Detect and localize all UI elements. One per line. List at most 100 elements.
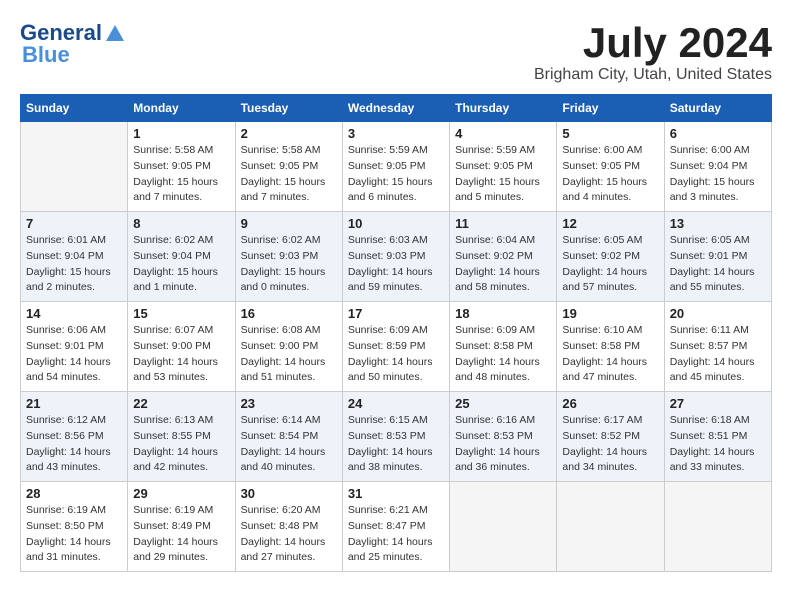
calendar-cell: 14 Sunrise: 6:06 AMSunset: 9:01 PMDayligh… [21, 302, 128, 392]
month-title: July 2024 [534, 20, 772, 66]
day-info: Sunrise: 6:14 AMSunset: 8:54 PMDaylight:… [241, 413, 337, 476]
calendar-cell: 19 Sunrise: 6:10 AMSunset: 8:58 PMDayligh… [557, 302, 664, 392]
day-info: Sunrise: 6:03 AMSunset: 9:03 PMDaylight:… [348, 233, 444, 296]
calendar-cell: 22Sunrise: 6:13 AMSunset: 8:55 PMDayligh… [128, 392, 235, 482]
day-info: Sunrise: 5:58 AMSunset: 9:05 PMDaylight:… [241, 143, 337, 206]
day-number: 8 [133, 216, 229, 231]
calendar-cell: 10 Sunrise: 6:03 AMSunset: 9:03 PMDayligh… [342, 212, 449, 302]
calendar-cell: 29Sunrise: 6:19 AMSunset: 8:49 PMDayligh… [128, 482, 235, 572]
day-info: Sunrise: 6:04 AMSunset: 9:02 PMDaylight:… [455, 233, 551, 296]
day-number: 14 [26, 306, 122, 321]
day-info: Sunrise: 6:08 AMSunset: 9:00 PMDaylight:… [241, 323, 337, 386]
day-number: 31 [348, 486, 444, 501]
calendar-table: Sunday Monday Tuesday Wednesday Thursday… [20, 94, 772, 572]
day-number: 7 [26, 216, 122, 231]
logo: General Blue [20, 20, 126, 64]
calendar-cell: 8 Sunrise: 6:02 AMSunset: 9:04 PMDaylight… [128, 212, 235, 302]
day-info: Sunrise: 5:58 AMSunset: 9:05 PMDaylight:… [133, 143, 229, 206]
calendar-cell: 16Sunrise: 6:08 AMSunset: 9:00 PMDayligh… [235, 302, 342, 392]
calendar-cell: 23 Sunrise: 6:14 AMSunset: 8:54 PMDayligh… [235, 392, 342, 482]
day-info: Sunrise: 6:20 AMSunset: 8:48 PMDaylight:… [241, 503, 337, 566]
day-number: 2 [241, 126, 337, 141]
day-number: 27 [670, 396, 766, 411]
day-number: 24 [348, 396, 444, 411]
calendar-cell: 24Sunrise: 6:15 AMSunset: 8:53 PMDayligh… [342, 392, 449, 482]
week-row-3: 21 Sunrise: 6:12 AMSunset: 8:56 PMDayligh… [21, 392, 772, 482]
calendar-cell: 28 Sunrise: 6:19 AMSunset: 8:50 PMDayligh… [21, 482, 128, 572]
day-info: Sunrise: 6:06 AMSunset: 9:01 PMDaylight:… [26, 323, 122, 386]
day-info: Sunrise: 6:01 AMSunset: 9:04 PMDaylight:… [26, 233, 122, 296]
day-number: 13 [670, 216, 766, 231]
calendar-cell: 30 Sunrise: 6:20 AMSunset: 8:48 PMDayligh… [235, 482, 342, 572]
calendar-cell [664, 482, 771, 572]
calendar-cell: 17Sunrise: 6:09 AMSunset: 8:59 PMDayligh… [342, 302, 449, 392]
col-thursday: Thursday [450, 95, 557, 122]
day-info: Sunrise: 6:10 AMSunset: 8:58 PMDaylight:… [562, 323, 658, 386]
day-number: 20 [670, 306, 766, 321]
col-wednesday: Wednesday [342, 95, 449, 122]
calendar-cell: 31 Sunrise: 6:21 AMSunset: 8:47 PMDayligh… [342, 482, 449, 572]
col-sunday: Sunday [21, 95, 128, 122]
col-friday: Friday [557, 95, 664, 122]
day-info: Sunrise: 6:09 AMSunset: 8:58 PMDaylight:… [455, 323, 551, 386]
calendar-cell: 5Sunrise: 6:00 AMSunset: 9:05 PMDaylight… [557, 122, 664, 212]
header-row: Sunday Monday Tuesday Wednesday Thursday… [21, 95, 772, 122]
col-saturday: Saturday [664, 95, 771, 122]
calendar-cell: 27 Sunrise: 6:18 AMSunset: 8:51 PMDayligh… [664, 392, 771, 482]
week-row-2: 14 Sunrise: 6:06 AMSunset: 9:01 PMDayligh… [21, 302, 772, 392]
day-number: 11 [455, 216, 551, 231]
day-number: 18 [455, 306, 551, 321]
logo-icon [104, 23, 126, 43]
day-number: 12 [562, 216, 658, 231]
day-info: Sunrise: 6:07 AMSunset: 9:00 PMDaylight:… [133, 323, 229, 386]
calendar-cell: 9Sunrise: 6:02 AMSunset: 9:03 PMDaylight… [235, 212, 342, 302]
calendar-cell [450, 482, 557, 572]
day-info: Sunrise: 6:02 AMSunset: 9:04 PMDaylight:… [133, 233, 229, 296]
day-info: Sunrise: 6:19 AMSunset: 8:49 PMDaylight:… [133, 503, 229, 566]
day-number: 23 [241, 396, 337, 411]
day-info: Sunrise: 6:02 AMSunset: 9:03 PMDaylight:… [241, 233, 337, 296]
day-info: Sunrise: 6:21 AMSunset: 8:47 PMDaylight:… [348, 503, 444, 566]
calendar-cell: 21 Sunrise: 6:12 AMSunset: 8:56 PMDayligh… [21, 392, 128, 482]
day-number: 30 [241, 486, 337, 501]
day-info: Sunrise: 5:59 AMSunset: 9:05 PMDaylight:… [348, 143, 444, 206]
day-number: 28 [26, 486, 122, 501]
col-tuesday: Tuesday [235, 95, 342, 122]
day-info: Sunrise: 6:00 AMSunset: 9:04 PMDaylight:… [670, 143, 766, 206]
day-number: 6 [670, 126, 766, 141]
day-number: 5 [562, 126, 658, 141]
day-number: 15 [133, 306, 229, 321]
calendar-cell: 6 Sunrise: 6:00 AMSunset: 9:04 PMDaylight… [664, 122, 771, 212]
calendar-cell: 13 Sunrise: 6:05 AMSunset: 9:01 PMDayligh… [664, 212, 771, 302]
day-info: Sunrise: 6:05 AMSunset: 9:01 PMDaylight:… [670, 233, 766, 296]
day-info: Sunrise: 6:18 AMSunset: 8:51 PMDaylight:… [670, 413, 766, 476]
day-info: Sunrise: 6:12 AMSunset: 8:56 PMDaylight:… [26, 413, 122, 476]
logo-blue: Blue [22, 46, 70, 64]
day-info: Sunrise: 6:09 AMSunset: 8:59 PMDaylight:… [348, 323, 444, 386]
day-number: 21 [26, 396, 122, 411]
calendar-cell: 25Sunrise: 6:16 AMSunset: 8:53 PMDayligh… [450, 392, 557, 482]
day-info: Sunrise: 6:05 AMSunset: 9:02 PMDaylight:… [562, 233, 658, 296]
week-row-1: 7 Sunrise: 6:01 AMSunset: 9:04 PMDaylight… [21, 212, 772, 302]
day-info: Sunrise: 6:17 AMSunset: 8:52 PMDaylight:… [562, 413, 658, 476]
header: General Blue July 2024 Brigham City, Uta… [20, 20, 772, 84]
title-block: July 2024 Brigham City, Utah, United Sta… [534, 20, 772, 84]
calendar-cell: 15 Sunrise: 6:07 AMSunset: 9:00 PMDayligh… [128, 302, 235, 392]
day-info: Sunrise: 6:19 AMSunset: 8:50 PMDaylight:… [26, 503, 122, 566]
calendar-cell: 3 Sunrise: 5:59 AMSunset: 9:05 PMDaylight… [342, 122, 449, 212]
calendar-cell: 4Sunrise: 5:59 AMSunset: 9:05 PMDaylight… [450, 122, 557, 212]
day-number: 22 [133, 396, 229, 411]
calendar-cell: 2 Sunrise: 5:58 AMSunset: 9:05 PMDaylight… [235, 122, 342, 212]
week-row-0: 1Sunrise: 5:58 AMSunset: 9:05 PMDaylight… [21, 122, 772, 212]
day-number: 3 [348, 126, 444, 141]
day-number: 10 [348, 216, 444, 231]
location-title: Brigham City, Utah, United States [534, 66, 772, 84]
calendar-cell: 1Sunrise: 5:58 AMSunset: 9:05 PMDaylight… [128, 122, 235, 212]
calendar-cell: 7 Sunrise: 6:01 AMSunset: 9:04 PMDaylight… [21, 212, 128, 302]
calendar-cell: 11 Sunrise: 6:04 AMSunset: 9:02 PMDayligh… [450, 212, 557, 302]
day-number: 26 [562, 396, 658, 411]
day-number: 19 [562, 306, 658, 321]
calendar-cell [557, 482, 664, 572]
calendar-cell: 18 Sunrise: 6:09 AMSunset: 8:58 PMDayligh… [450, 302, 557, 392]
calendar-cell [21, 122, 128, 212]
